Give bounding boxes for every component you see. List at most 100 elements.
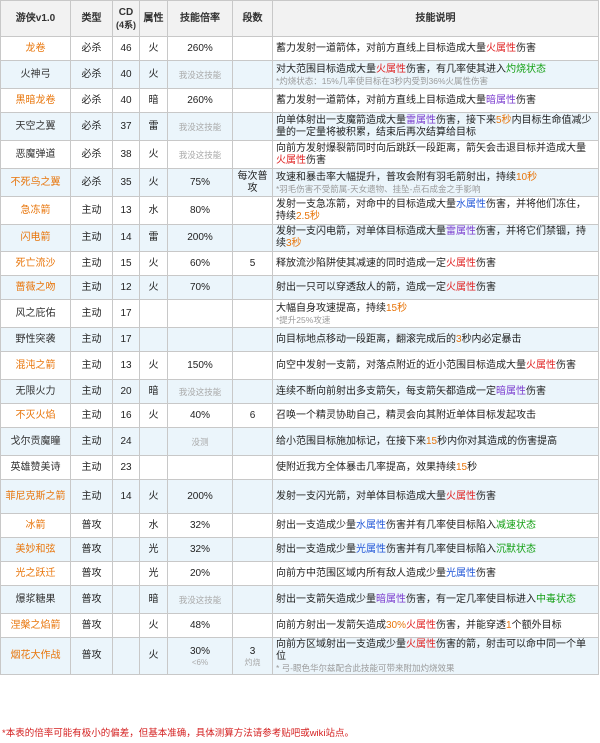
- skill-mult-value: 150%: [187, 359, 213, 371]
- skill-attr: 水: [139, 196, 168, 225]
- desc-segment: 伤害: [526, 385, 546, 397]
- desc-segment: 伤害，有一定几率使目标进入: [406, 593, 536, 605]
- skill-desc: 射出一只可以穿透敌人的箭，造成一定火属性伤害: [272, 275, 599, 300]
- desc-segment: 伤害: [556, 359, 576, 371]
- skill-type: 主动: [70, 351, 113, 380]
- skill-type: 主动: [70, 427, 113, 456]
- table-row: 烟花大作战 普攻火 30% <6% 3 灼烧 向前方区域射出一支造成少量火属性伤害的箭，射击…: [0, 637, 599, 675]
- skill-name: 冰箭: [0, 513, 71, 538]
- table-row: 无限火力 主动 20 暗我没这技能 连续不断向前射出多支箭矢，每支箭矢都造成一定暗属性伤…: [0, 379, 599, 404]
- skill-mult: 200%: [167, 479, 233, 514]
- skill-name: 不灭火焰: [0, 403, 71, 428]
- skill-mult-value: 70%: [189, 281, 210, 293]
- table-row: 不死鸟之翼 必杀 35 火 75% 每次普攻 攻速和暴击率大幅提升，普攻会附有羽毛箭射出，持…: [0, 168, 599, 197]
- skill-name: 菲尼克斯之箭: [0, 479, 71, 514]
- skill-mult-value: 48%: [189, 619, 210, 631]
- skill-cd: [112, 613, 140, 638]
- skill-attr: [139, 299, 168, 328]
- skill-desc: 发射一支急冻箭，对命中的目标造成大量水属性伤害，并将他们冻住，持续2.5秒: [272, 196, 599, 225]
- skill-type: 普攻: [70, 561, 113, 586]
- skill-cd: 16: [112, 403, 140, 428]
- skill-type: 普攻: [70, 537, 113, 562]
- desc-segment: 15: [456, 461, 468, 473]
- table-row: 火神弓 必杀 40 火我没这技能 对大范围目标造成大量火属性伤害，有几率使其进入灼烧状态…: [0, 60, 599, 89]
- skill-desc: 蓄力发射一道箭体，对前方直线上目标造成大量火属性伤害: [272, 36, 599, 61]
- desc-segment: 伤害并有几率使目标陷入: [386, 519, 496, 531]
- skill-mult: [167, 299, 233, 328]
- desc-segment: 伤害，有几率使其进入: [406, 63, 506, 75]
- skill-desc: 对大范围目标造成大量火属性伤害，有几率使其进入灼烧状态 *灼烧状态：15%几率使目…: [272, 60, 599, 89]
- skill-name: 风之庇佑: [0, 299, 71, 328]
- header-cd-sub: (4系): [116, 19, 136, 30]
- skill-type: 主动: [70, 479, 113, 514]
- desc-segment: 火属性: [276, 154, 306, 166]
- table-row: 急冻箭 主动 13 水 80% 发射一支急冻箭，对命中的目标造成大量水属性伤害，并将他们冻…: [0, 196, 599, 225]
- skill-type: 主动: [70, 299, 113, 328]
- skill-type: 必杀: [70, 140, 113, 169]
- skill-type: 普攻: [70, 637, 113, 675]
- desc-segment: 向前方射出一发箭矢造成: [276, 619, 386, 631]
- skill-type: 主动: [70, 455, 113, 480]
- skill-name: 英雄赞美诗: [0, 455, 71, 480]
- skill-desc: 使附近我方全体暴击几率提高，效果持续15秒: [272, 455, 599, 480]
- skill-attr: 暗: [139, 585, 168, 614]
- skill-mult: 我没这技能: [167, 140, 233, 169]
- desc-segment: 火属性: [406, 619, 437, 631]
- skill-stages: [232, 36, 273, 61]
- skill-mult: 150%: [167, 351, 233, 380]
- skill-stages: [232, 140, 273, 169]
- skill-mult-value: 我没这技能: [178, 69, 222, 80]
- table-row: 爆浆糖果 普攻暗我没这技能 射出一支箭矢造成少量暗属性伤害，有一定几率使目标进入中毒…: [0, 585, 599, 614]
- desc-segment: 攻速和暴击率大幅提升，普攻会附有羽毛箭射出，持续: [276, 171, 516, 183]
- table-row: 天空之翼 必杀 37 雷我没这技能 向单体射出一支魔箭造成大量雷属性伤害，接下来5秒内目…: [0, 112, 599, 141]
- skill-note: *提升25%攻速: [276, 314, 331, 325]
- desc-segment: 火属性: [406, 639, 436, 650]
- skill-name: 美妙和弦: [0, 537, 71, 562]
- skill-desc: 射出一支造成少量光属性伤害并有几率使目标陷入沉默状态: [272, 537, 599, 562]
- skill-table-page: { "headers": { "name": "游侠v1.0", "type":…: [0, 0, 600, 743]
- skill-cd: 14: [112, 479, 140, 514]
- skill-type: 必杀: [70, 60, 113, 89]
- skill-name: 蔷薇之吻: [0, 275, 71, 300]
- skill-attr: [139, 427, 168, 456]
- skill-stages: [232, 299, 273, 328]
- skill-stages: [232, 613, 273, 638]
- table-row: 涅槃之焰箭 普攻 火 48% 向前方射出一发箭矢造成30%火属性伤害，并能穿透1个额外目…: [0, 613, 599, 638]
- skill-cd: [112, 537, 140, 562]
- desc-segment: 使附近我方全体暴击几率提高，效果持续: [276, 461, 456, 473]
- desc-segment: 伤害: [476, 281, 496, 293]
- skill-cd: [112, 585, 140, 614]
- skill-mult-value: 32%: [189, 543, 210, 555]
- skill-name: 死亡流沙: [0, 251, 71, 276]
- skill-name: 火神弓: [0, 60, 71, 89]
- skill-mult-value: 20%: [189, 567, 210, 579]
- skill-mult-value: 40%: [189, 409, 210, 421]
- desc-segment: 伤害: [306, 154, 326, 166]
- skill-name: 混沌之箭: [0, 351, 71, 380]
- skill-cd: [112, 513, 140, 538]
- skill-mult: 30% <6%: [167, 637, 233, 675]
- header-row: 游侠v1.0 类型 CD (4系) 属性 技能倍率 段数 技能说明: [0, 0, 599, 37]
- skill-cd: 20: [112, 379, 140, 404]
- desc-segment: 秒内必定暴击: [461, 333, 522, 345]
- skill-type: 主动: [70, 196, 113, 225]
- skill-mult: 我没这技能: [167, 585, 233, 614]
- skill-cd: 46: [112, 36, 140, 61]
- skill-cd: [112, 637, 140, 675]
- skill-type: 主动: [70, 379, 113, 404]
- skill-mult: 32%: [167, 513, 233, 538]
- skill-stages: [232, 537, 273, 562]
- skill-mult-value: 75%: [189, 176, 210, 188]
- skill-cd: 37: [112, 112, 140, 141]
- skill-stages-value: 5: [249, 257, 256, 269]
- skill-stages: 每次普攻: [232, 168, 273, 197]
- header-desc: 技能说明: [272, 0, 599, 37]
- skill-name: 光之跃迁: [0, 561, 71, 586]
- skill-cd: 14: [112, 224, 140, 252]
- table-row: 野性突袭 主动 17 向目标地点移动一段距离，翻滚完成后的3秒内必定暴击: [0, 327, 599, 352]
- desc-segment: 伤害: [476, 567, 496, 579]
- skill-cd: 24: [112, 427, 140, 456]
- skill-name: 闪电箭: [0, 224, 71, 252]
- skill-mult-value: 32%: [189, 519, 210, 531]
- desc-segment: 连续不断向前射出多支箭矢，每支箭矢都造成一定: [276, 385, 496, 397]
